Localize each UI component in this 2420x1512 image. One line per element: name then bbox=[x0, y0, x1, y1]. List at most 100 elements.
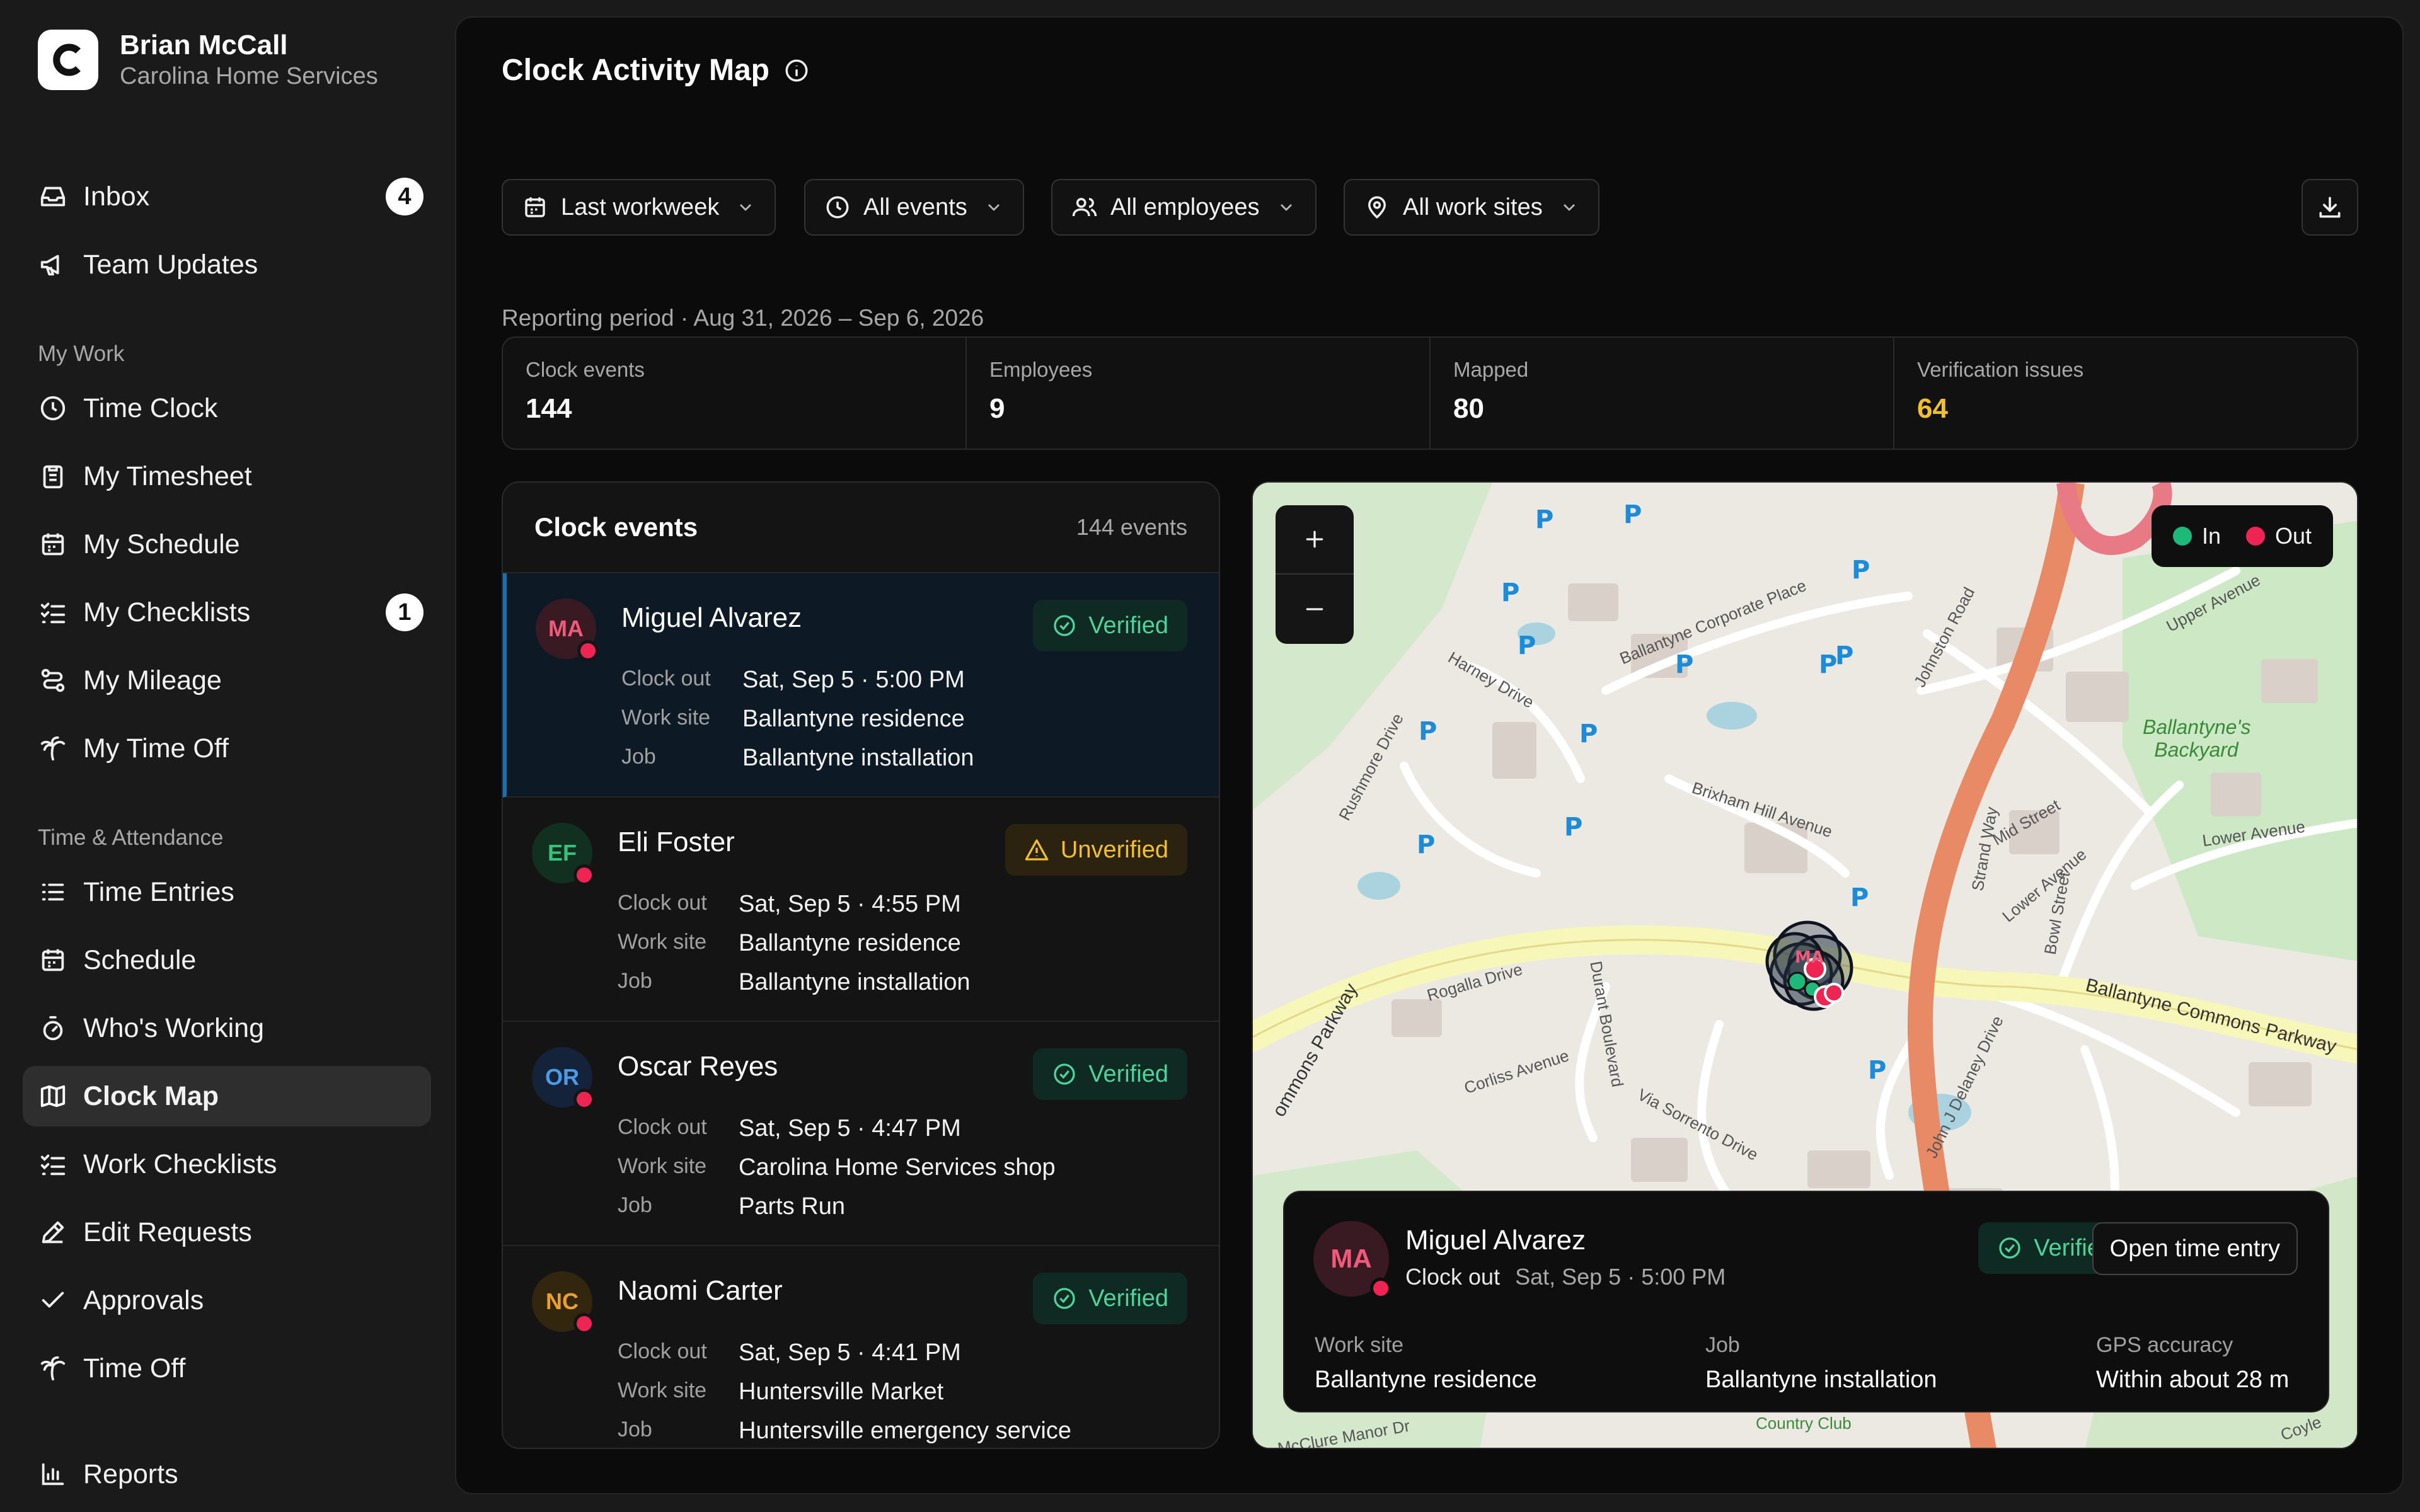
stat-value: 80 bbox=[1453, 393, 1484, 424]
field-label: Job bbox=[1705, 1333, 1740, 1357]
svg-text:P: P bbox=[1501, 578, 1519, 607]
svg-text:P: P bbox=[1675, 650, 1693, 679]
status-badge: Verified bbox=[1033, 1048, 1187, 1100]
work-site: Ballantyne residence bbox=[742, 706, 965, 732]
field-label: Work site bbox=[618, 930, 707, 954]
stat-label: Verification issues bbox=[1917, 358, 2084, 381]
event-row[interactable]: NC Naomi Carter Verified Clock out Sat, S… bbox=[503, 1246, 1219, 1448]
status-text: Verified bbox=[1088, 612, 1168, 639]
nav-label: My Timesheet bbox=[83, 461, 252, 491]
event-row[interactable]: MA Miguel Alvarez Verified Clock out Sat,… bbox=[503, 573, 1219, 798]
nav-clock-map[interactable]: Clock Map bbox=[23, 1066, 431, 1126]
inbox-icon bbox=[38, 181, 68, 212]
popup-event-time: Sat, Sep 5 · 5:00 PM bbox=[1515, 1264, 1726, 1290]
nav-my-mileage[interactable]: My Mileage bbox=[23, 650, 431, 711]
open-time-entry-button[interactable]: Open time entry bbox=[2092, 1222, 2298, 1275]
nav-schedule[interactable]: Schedule bbox=[23, 930, 431, 990]
event-type-filter[interactable]: All events bbox=[804, 179, 1024, 236]
nav-edit-requests[interactable]: Edit Requests bbox=[23, 1202, 431, 1263]
section-my-work: My Work bbox=[38, 341, 125, 366]
legend-out-label: Out bbox=[2274, 523, 2312, 549]
clock-events-header: Clock events 144 events bbox=[503, 483, 1219, 573]
legend-out-swatch bbox=[2245, 527, 2265, 546]
nav-my-schedule[interactable]: My Schedule bbox=[23, 514, 431, 575]
nav-label: My Time Off bbox=[83, 733, 229, 764]
zoom-in-button[interactable] bbox=[1276, 505, 1354, 575]
svg-text:P: P bbox=[1819, 650, 1837, 679]
job-row: Job Parts Run bbox=[618, 1193, 845, 1220]
nav-label: My Mileage bbox=[83, 665, 222, 696]
job-row: Job Huntersville emergency service bbox=[618, 1418, 1071, 1445]
stat-mapped: Mapped 80 bbox=[1431, 338, 1894, 449]
job-row: Job Ballantyne installation bbox=[618, 969, 971, 996]
period-filter[interactable]: Last workweek bbox=[502, 179, 776, 236]
work-site-row: Work site Carolina Home Services shop bbox=[618, 1154, 1056, 1181]
nav-label: Schedule bbox=[83, 944, 197, 975]
brand-logo bbox=[38, 30, 98, 90]
clipboard-icon bbox=[38, 461, 68, 491]
nav-whos-working[interactable]: Who's Working bbox=[23, 998, 431, 1058]
list-icon bbox=[38, 877, 68, 907]
event-time: Sat, Sep 5 · 4:41 PM bbox=[739, 1339, 961, 1366]
nav-time-clock[interactable]: Time Clock bbox=[23, 378, 431, 438]
marker-cluster[interactable]: MA bbox=[1751, 911, 1877, 1037]
stat-employees: Employees 9 bbox=[967, 338, 1431, 449]
work-site-filter[interactable]: All work sites bbox=[1344, 179, 1599, 236]
check-circle-icon bbox=[1999, 1237, 2020, 1259]
status-text: Verified bbox=[1088, 1060, 1168, 1087]
nav-label: Approvals bbox=[83, 1285, 204, 1315]
field-label: Clock out bbox=[618, 1339, 707, 1363]
event-time: Sat, Sep 5 · 5:00 PM bbox=[742, 667, 965, 693]
nav-approvals[interactable]: Approvals bbox=[23, 1270, 431, 1331]
nav-label: Work Checklists bbox=[83, 1148, 277, 1179]
account-switcher[interactable]: Brian McCall Carolina Home Services bbox=[38, 29, 378, 91]
pencil-icon bbox=[38, 1217, 68, 1247]
event-time: Sat, Sep 5 · 4:47 PM bbox=[739, 1115, 961, 1142]
field-label: Work site bbox=[1315, 1333, 1404, 1357]
stat-label: Mapped bbox=[1453, 358, 1529, 381]
org-name: Carolina Home Services bbox=[120, 63, 378, 89]
legend-in-swatch bbox=[2172, 527, 2192, 546]
warning-icon bbox=[1025, 839, 1049, 861]
bar-chart-icon bbox=[38, 1459, 68, 1489]
checklist-icon bbox=[38, 1149, 68, 1179]
nav-time-entries[interactable]: Time Entries bbox=[23, 862, 431, 922]
employee-name: Eli Foster bbox=[618, 827, 735, 857]
field-label: GPS accuracy bbox=[2096, 1333, 2233, 1357]
period-filter-value: Last workweek bbox=[561, 193, 720, 220]
nav-my-timesheet[interactable]: My Timesheet bbox=[23, 446, 431, 507]
field-label: Clock out bbox=[621, 667, 711, 690]
nav-work-checklists[interactable]: Work Checklists bbox=[23, 1134, 431, 1194]
zoom-out-button[interactable] bbox=[1276, 575, 1354, 644]
work-site: Ballantyne residence bbox=[739, 930, 961, 956]
calendar-icon bbox=[525, 197, 545, 217]
avatar-initials: EF bbox=[547, 840, 577, 866]
event-row[interactable]: EF Eli Foster Unverified Clock out Sat, S… bbox=[503, 798, 1219, 1022]
park-label: Ballantyne's Backyard bbox=[2143, 716, 2251, 761]
info-icon[interactable] bbox=[783, 57, 810, 84]
nav-my-time-off[interactable]: My Time Off bbox=[23, 718, 431, 779]
event-time-row: Clock out Sat, Sep 5 · 4:41 PM bbox=[618, 1339, 961, 1366]
route-icon bbox=[38, 665, 68, 696]
avatar: MA bbox=[536, 598, 599, 662]
calendar-icon bbox=[38, 529, 68, 559]
nav-reports[interactable]: Reports bbox=[23, 1444, 431, 1504]
download-button[interactable] bbox=[2302, 179, 2358, 236]
location-pin-icon bbox=[1368, 196, 1386, 219]
employee-filter[interactable]: All employees bbox=[1051, 179, 1317, 236]
clock-map[interactable]: PPP PPP PPP PPP PP Ballantyne Corporate … bbox=[1252, 481, 2358, 1449]
nav-my-checklists[interactable]: My Checklists 1 bbox=[23, 582, 431, 643]
chevron-down-icon bbox=[1563, 204, 1575, 211]
nav-team-updates[interactable]: Team Updates bbox=[23, 234, 431, 295]
field-label: Clock out bbox=[618, 891, 707, 915]
clock-out-dot bbox=[573, 864, 595, 886]
avatar-initials: MA bbox=[548, 616, 584, 641]
nav-label: Inbox bbox=[83, 181, 150, 212]
megaphone-icon bbox=[38, 249, 68, 280]
nav-time-off[interactable]: Time Off bbox=[23, 1338, 431, 1399]
status-badge: Unverified bbox=[1005, 824, 1187, 876]
nav-inbox[interactable]: Inbox 4 bbox=[23, 166, 431, 227]
nav-label: My Checklists bbox=[83, 597, 251, 627]
event-row[interactable]: OR Oscar Reyes Verified Clock out Sat, Se… bbox=[503, 1022, 1219, 1246]
field-label: Job bbox=[618, 1418, 652, 1441]
